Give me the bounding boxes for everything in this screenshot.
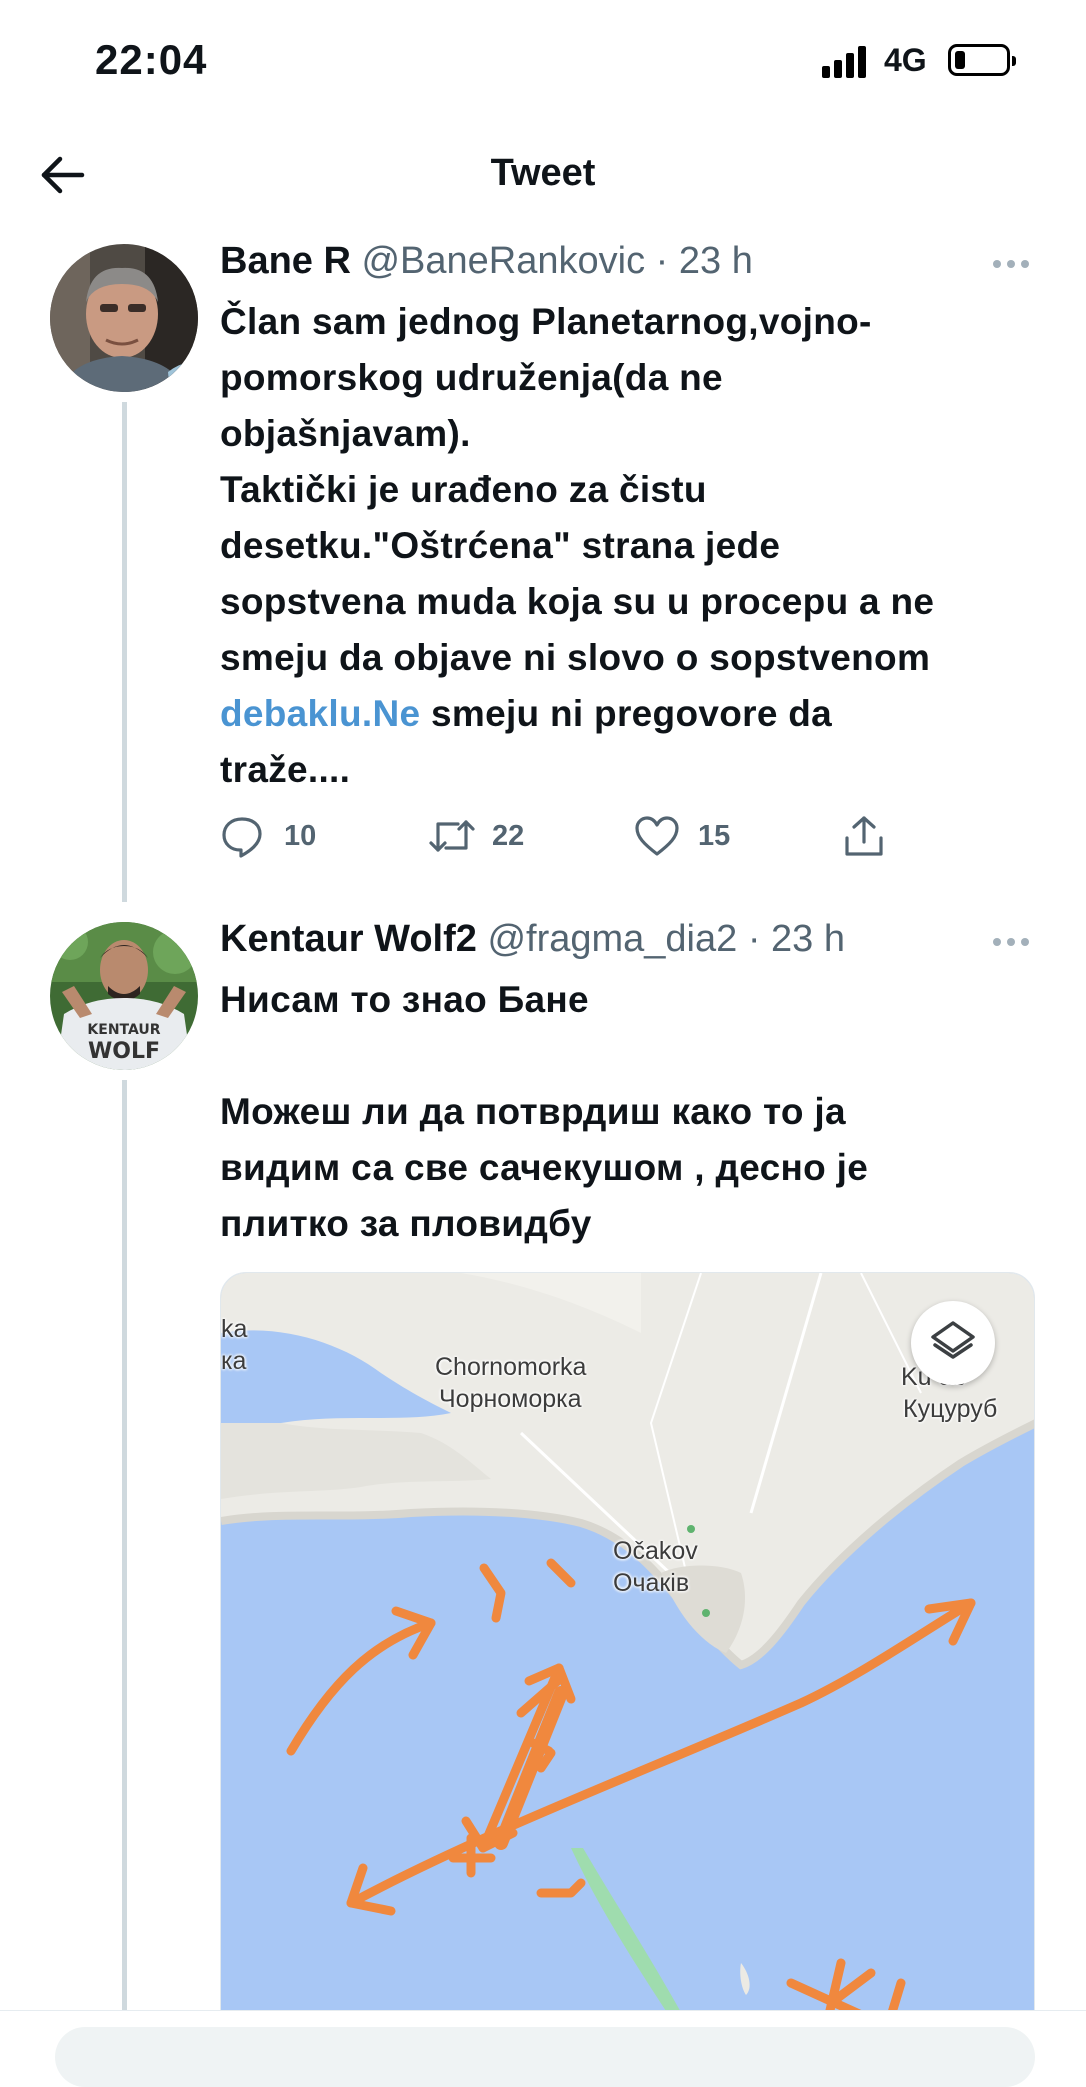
tweet-text-line: traže.... — [220, 749, 351, 790]
thread-connector-line — [122, 1080, 127, 2010]
heart-icon — [635, 816, 679, 856]
tweet-text-line — [220, 1028, 868, 1084]
thread-connector-line — [122, 402, 127, 902]
share-icon — [845, 816, 883, 856]
retweet-button[interactable]: 22 — [428, 806, 538, 866]
tweet-actions: 10 22 15 — [220, 806, 920, 866]
avatar-photo — [50, 244, 198, 392]
map-layers-button[interactable] — [911, 1301, 995, 1385]
tweet-text: Član sam jednog Planetarnog,vojno- pomor… — [220, 294, 934, 798]
reply-bar — [0, 2010, 1086, 2087]
tweet-text-line: desetku."Oštrćena" strana jede — [220, 525, 781, 566]
map-label: ka — [221, 1315, 248, 1343]
like-count: 15 — [698, 820, 731, 852]
tweet-text-line: Član sam jednog Planetarnog,vojno- — [220, 301, 872, 342]
tweet-text-line: sopstvena muda koja su u procepu a ne — [220, 581, 935, 622]
layers-icon — [931, 1321, 975, 1359]
tweet-text-line: плитко за пловидбу — [220, 1203, 592, 1244]
tweet-text-line: Taktički je urađeno za čistu — [220, 469, 707, 510]
tweet-time[interactable]: · 23 h — [748, 918, 845, 960]
avatar[interactable] — [50, 244, 198, 392]
retweet-count: 22 — [492, 820, 525, 852]
tweet-text-line: smeju da objave ni slovo o sopstvenom — [220, 637, 931, 678]
status-time: 22:04 — [95, 36, 208, 83]
cellular-signal-icon — [822, 44, 872, 78]
reply-input[interactable] — [55, 2027, 1035, 2087]
map-label: Очаків — [613, 1569, 690, 1597]
author-name[interactable]: Bane R — [220, 240, 351, 282]
author-name[interactable]: Kentaur Wolf2 — [220, 918, 477, 960]
map-label: Očakov — [613, 1537, 698, 1565]
tweet-text-line: pomorskog udruženja(da ne — [220, 357, 723, 398]
tweet-text: Нисам то знао Бане Можеш ли да потврдиш … — [220, 972, 868, 1252]
more-options-icon[interactable] — [993, 932, 1033, 952]
svg-text:WOLF: WOLF — [88, 1039, 160, 1064]
map-label: Куцуруб — [903, 1395, 998, 1423]
nav-bar: Tweet — [0, 130, 1086, 220]
tweet-text-line: debaklu.Ne smeju ni pregovore da — [220, 686, 934, 742]
reply-button[interactable]: 10 — [220, 806, 330, 866]
tweet-text-line: objašnjavam). — [220, 413, 471, 454]
avatar-shirt-text: KENTAUR — [87, 1022, 160, 1038]
tweet-text-line: Нисам то знао Бане — [220, 979, 589, 1020]
avatar-photo: KENTAUR WOLF — [50, 922, 198, 1070]
page-title: Tweet — [490, 152, 596, 194]
network-type: 4G — [884, 42, 927, 78]
avatar[interactable]: KENTAUR WOLF — [50, 922, 198, 1070]
author-handle[interactable]: @BaneRankovic — [361, 240, 645, 282]
battery-icon — [948, 44, 1016, 76]
status-bar: 22:04 4G — [0, 0, 1086, 120]
tweet-header: Kentaur Wolf2 @fragma_dia2 · 23 h — [220, 918, 845, 961]
author-handle[interactable]: @fragma_dia2 — [487, 918, 737, 960]
reply-count: 10 — [284, 820, 317, 852]
tweet-image-map[interactable]: ka ка Chornomorka Чорноморка Ku ub Куцур… — [220, 1272, 1035, 2048]
tweet-text-line: видим са све сачекушом , десно је — [220, 1147, 869, 1188]
more-options-icon[interactable] — [993, 254, 1033, 274]
tweet-text-fragment: smeju ni pregovore da — [420, 693, 833, 734]
map-label: Chornomorka — [435, 1353, 587, 1381]
share-button[interactable] — [842, 806, 892, 866]
map-label: Чорноморка — [439, 1385, 582, 1413]
tweet-text-line: Можеш ли да потврдиш како то ја — [220, 1091, 846, 1132]
retweet-icon — [429, 820, 475, 852]
tweet-header: Bane R @BaneRankovic · 23 h — [220, 240, 753, 283]
reply-icon — [222, 817, 262, 858]
tweet-time[interactable]: · 23 h — [656, 240, 753, 282]
map-label: ка — [221, 1347, 247, 1375]
tweet-link[interactable]: debaklu.Ne — [220, 693, 420, 734]
like-button[interactable]: 15 — [634, 806, 744, 866]
